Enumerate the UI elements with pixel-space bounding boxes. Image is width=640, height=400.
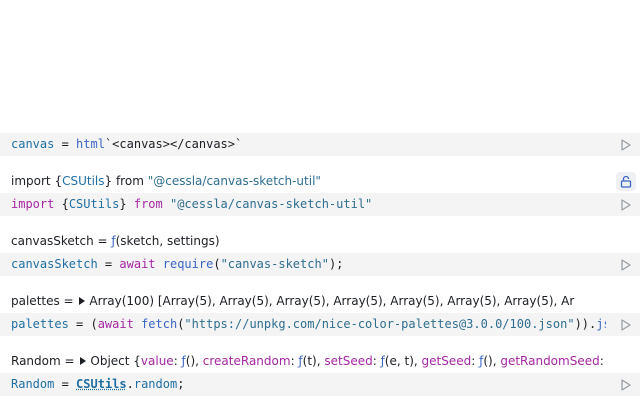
- colon: :: [372, 354, 381, 368]
- object-key: value: [140, 354, 174, 368]
- output-line[interactable]: palettes = Array(100) [Array(5), Array(5…: [11, 290, 606, 313]
- expand-triangle-icon[interactable]: [80, 357, 87, 365]
- import-binding: CSUtils: [62, 174, 105, 188]
- operator: =: [59, 294, 78, 308]
- signature: (t),: [302, 354, 325, 368]
- run-cell-button[interactable]: [616, 315, 636, 334]
- paren: (: [213, 257, 221, 271]
- operator: =: [54, 377, 77, 391]
- operator: =: [97, 257, 120, 271]
- object-key: getSeed: [421, 354, 472, 368]
- paren: );: [328, 257, 344, 271]
- signature: (),: [185, 354, 203, 368]
- brace: }: [104, 174, 113, 188]
- variable-name: canvasSketch: [11, 257, 98, 271]
- function-name: html: [76, 137, 105, 151]
- cell-canvas-input[interactable]: canvas = html`<canvas></canvas>`: [0, 133, 640, 156]
- property-name: random: [133, 377, 178, 391]
- function-name: require: [162, 257, 214, 271]
- brace: {: [54, 174, 63, 188]
- code-line[interactable]: import {CSUtils} from "@cessla/canvas-sk…: [11, 193, 606, 216]
- variable-name: Random: [11, 377, 55, 391]
- output-name: Random: [11, 354, 61, 368]
- operator: =: [93, 234, 112, 248]
- signature: (e, t),: [384, 354, 422, 368]
- cell-import-input[interactable]: import {CSUtils} from "@cessla/canvas-sk…: [0, 193, 640, 216]
- code-line[interactable]: canvas = html`<canvas></canvas>`: [11, 133, 606, 156]
- output-line[interactable]: Random = Object {value: ƒ(), createRando…: [11, 350, 606, 373]
- operator: = (: [68, 317, 98, 331]
- operator: =: [60, 354, 79, 368]
- keyword: import: [11, 197, 55, 211]
- run-cell-button[interactable]: [616, 195, 636, 214]
- cell-palettes-output[interactable]: palettes = Array(100) [Array(5), Array(5…: [0, 290, 640, 313]
- code-line[interactable]: palettes = (await fetch("https://unpkg.c…: [11, 313, 606, 336]
- colon: :: [471, 354, 480, 368]
- run-cell-button[interactable]: [616, 135, 636, 154]
- paren: )).: [574, 317, 597, 331]
- run-cell-button[interactable]: [616, 375, 636, 394]
- keyword: await: [97, 317, 134, 331]
- dot: .: [126, 377, 134, 391]
- play-icon: [621, 258, 631, 271]
- code-line[interactable]: canvasSketch = await require("canvas-ske…: [11, 253, 606, 276]
- signature: (),: [483, 354, 501, 368]
- cell-canvassketch-output: canvasSketch = ƒ(sketch, settings): [0, 230, 640, 253]
- colon: :: [173, 354, 182, 368]
- cell-palettes-input[interactable]: palettes = (await fetch("https://unpkg.c…: [0, 313, 640, 336]
- cell-random-output[interactable]: Random = Object {value: ƒ(), createRando…: [0, 350, 640, 373]
- colon: :: [599, 354, 604, 368]
- from-text: from: [112, 174, 148, 188]
- lock-icon: [620, 175, 632, 188]
- object-label: Object {: [90, 354, 141, 368]
- template-string: `<canvas></canvas>`: [104, 137, 243, 151]
- cell-import-output: import {CSUtils} from "@cessla/canvas-sk…: [0, 170, 640, 193]
- lock-button[interactable]: [616, 172, 636, 191]
- variable-name: canvas: [11, 137, 55, 151]
- play-icon: [621, 138, 631, 151]
- function-name: fetch: [141, 317, 178, 331]
- output-line: import {CSUtils} from "@cessla/canvas-sk…: [11, 170, 606, 193]
- semicolon: ;: [177, 377, 185, 391]
- output-name: canvasSketch: [11, 234, 94, 248]
- keyword: from: [133, 197, 163, 211]
- output-name: palettes: [11, 294, 60, 308]
- keyword: await: [119, 257, 156, 271]
- function-signature: (sketch, settings): [115, 234, 220, 248]
- play-icon: [621, 198, 631, 211]
- object-key: setSeed: [324, 354, 373, 368]
- object-key: getRandomSeed: [500, 354, 600, 368]
- function-name: json: [596, 317, 606, 331]
- csutils-reference-link[interactable]: CSUtils: [76, 377, 127, 391]
- module-name: "@cessla/canvas-sketch-util": [147, 174, 321, 188]
- run-cell-button[interactable]: [616, 255, 636, 274]
- string-literal: "canvas-sketch": [220, 257, 329, 271]
- play-icon: [621, 378, 631, 391]
- string-literal: "https://unpkg.com/nice-color-palettes@3…: [184, 317, 575, 331]
- cell-random-input[interactable]: Random = CSUtils.random;: [0, 373, 640, 396]
- play-icon: [621, 318, 631, 331]
- array-preview: Array(100) [Array(5), Array(5), Array(5)…: [89, 294, 575, 308]
- output-line: canvasSketch = ƒ(sketch, settings): [11, 230, 606, 253]
- output-name: import: [11, 174, 51, 188]
- string-literal: "@cessla/canvas-sketch-util": [169, 197, 373, 211]
- brace: {: [54, 197, 69, 211]
- expand-triangle-icon[interactable]: [79, 297, 86, 305]
- brace: }: [119, 197, 134, 211]
- cell-canvassketch-input[interactable]: canvasSketch = await require("canvas-ske…: [0, 253, 640, 276]
- import-binding: CSUtils: [68, 197, 120, 211]
- object-key: createRandom: [202, 354, 291, 368]
- variable-name: palettes: [11, 317, 69, 331]
- operator: =: [54, 137, 77, 151]
- code-line[interactable]: Random = CSUtils.random;: [11, 373, 606, 396]
